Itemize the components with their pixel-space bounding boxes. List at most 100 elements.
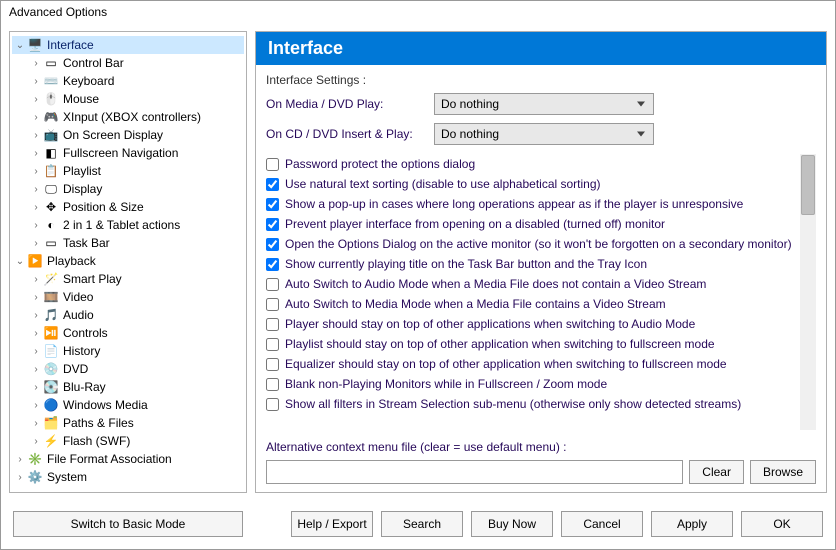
checkbox[interactable] [266, 318, 279, 331]
chevron-right-icon[interactable]: › [30, 238, 42, 249]
chevron-right-icon[interactable]: › [30, 274, 42, 285]
chevron-right-icon[interactable]: › [30, 112, 42, 123]
checkbox[interactable] [266, 238, 279, 251]
chevron-right-icon[interactable]: › [30, 220, 42, 231]
chevron-down-icon[interactable]: ⌄ [14, 40, 26, 51]
chevron-right-icon[interactable]: › [30, 364, 42, 375]
tree-item-dvd[interactable]: ›💿DVD [12, 360, 244, 378]
tree-item-2-in-1-tablet-actions[interactable]: ›◐2 in 1 & Tablet actions [12, 216, 244, 234]
checkbox[interactable] [266, 198, 279, 211]
tree-item-blu-ray[interactable]: ›💽Blu-Ray [12, 378, 244, 396]
ok-button[interactable]: OK [741, 511, 823, 537]
chevron-down-icon[interactable]: ⌄ [14, 256, 26, 267]
tree-item-paths-files[interactable]: ›🗂️Paths & Files [12, 414, 244, 432]
tree-item-task-bar[interactable]: ›▭Task Bar [12, 234, 244, 252]
tree-item-keyboard[interactable]: ›⌨️Keyboard [12, 72, 244, 90]
switch-mode-button[interactable]: Switch to Basic Mode [13, 511, 243, 537]
checkbox[interactable] [266, 158, 279, 171]
chevron-right-icon[interactable]: › [30, 418, 42, 429]
category-tree[interactable]: ⌄🖥️Interface›▭Control Bar›⌨️Keyboard›🖱️M… [9, 31, 247, 493]
chevron-right-icon[interactable]: › [30, 76, 42, 87]
browse-button[interactable]: Browse [750, 460, 816, 484]
checkbox[interactable] [266, 218, 279, 231]
checkbox-label: Open the Options Dialog on the active mo… [285, 237, 792, 251]
tree-item-icon: ▭ [42, 235, 60, 251]
checkbox[interactable] [266, 278, 279, 291]
chevron-right-icon[interactable]: › [30, 166, 42, 177]
check-row[interactable]: Password protect the options dialog [266, 154, 816, 174]
chevron-right-icon[interactable]: › [30, 130, 42, 141]
combo-on-cd-dvd-insert-play-[interactable]: Do nothing [434, 123, 654, 145]
chevron-right-icon[interactable]: › [14, 454, 26, 465]
tree-item-system[interactable]: ›⚙️System [12, 468, 244, 486]
form-row: On Media / DVD Play:Do nothing [266, 93, 816, 115]
tree-item-icon: 🪄 [42, 271, 60, 287]
apply-button[interactable]: Apply [651, 511, 733, 537]
tree-item-history[interactable]: ›📄History [12, 342, 244, 360]
scrollbar-track[interactable] [800, 216, 816, 430]
chevron-right-icon[interactable]: › [30, 328, 42, 339]
checkbox[interactable] [266, 378, 279, 391]
tree-item-smart-play[interactable]: ›🪄Smart Play [12, 270, 244, 288]
tree-item-on-screen-display[interactable]: ›📺On Screen Display [12, 126, 244, 144]
check-row[interactable]: Open the Options Dialog on the active mo… [266, 234, 816, 254]
chevron-right-icon[interactable]: › [30, 310, 42, 321]
chevron-right-icon[interactable]: › [30, 184, 42, 195]
alt-menu-input[interactable] [266, 460, 683, 484]
check-row[interactable]: Show a pop-up in cases where long operat… [266, 194, 816, 214]
tree-item-position-size[interactable]: ›✥Position & Size [12, 198, 244, 216]
checkbox[interactable] [266, 178, 279, 191]
combo-on-media-dvd-play-[interactable]: Do nothing [434, 93, 654, 115]
chevron-right-icon[interactable]: › [30, 94, 42, 105]
check-row[interactable]: Playlist should stay on top of other app… [266, 334, 816, 354]
scrollbar[interactable] [800, 154, 816, 430]
tree-item-playback[interactable]: ⌄▶️Playback [12, 252, 244, 270]
chevron-right-icon[interactable]: › [30, 400, 42, 411]
tree-item-file-format-association[interactable]: ›✳️File Format Association [12, 450, 244, 468]
tree-item-flash-swf-[interactable]: ›⚡Flash (SWF) [12, 432, 244, 450]
tree-item-label: Controls [63, 326, 108, 340]
chevron-right-icon[interactable]: › [30, 148, 42, 159]
checkbox[interactable] [266, 358, 279, 371]
tree-item-interface[interactable]: ⌄🖥️Interface [12, 36, 244, 54]
help-export-button[interactable]: Help / Export [291, 511, 373, 537]
chevron-right-icon[interactable]: › [30, 436, 42, 447]
tree-item-fullscreen-navigation[interactable]: ›◧Fullscreen Navigation [12, 144, 244, 162]
checkbox-label: Prevent player interface from opening on… [285, 217, 665, 231]
tree-item-control-bar[interactable]: ›▭Control Bar [12, 54, 244, 72]
tree-item-controls[interactable]: ›⏯️Controls [12, 324, 244, 342]
chevron-right-icon[interactable]: › [14, 472, 26, 483]
check-row[interactable]: Equalizer should stay on top of other ap… [266, 354, 816, 374]
check-row[interactable]: Show all filters in Stream Selection sub… [266, 394, 816, 414]
checkbox[interactable] [266, 338, 279, 351]
scrollbar-thumb[interactable] [801, 155, 815, 215]
tree-item-xinput-xbox-controllers-[interactable]: ›🎮XInput (XBOX controllers) [12, 108, 244, 126]
check-row[interactable]: Auto Switch to Audio Mode when a Media F… [266, 274, 816, 294]
tree-item-video[interactable]: ›🎞️Video [12, 288, 244, 306]
checkbox[interactable] [266, 398, 279, 411]
check-row[interactable]: Show currently playing title on the Task… [266, 254, 816, 274]
check-row[interactable]: Auto Switch to Media Mode when a Media F… [266, 294, 816, 314]
check-row[interactable]: Use natural text sorting (disable to use… [266, 174, 816, 194]
cancel-button[interactable]: Cancel [561, 511, 643, 537]
chevron-right-icon[interactable]: › [30, 382, 42, 393]
checkbox[interactable] [266, 258, 279, 271]
check-row[interactable]: Blank non-Playing Monitors while in Full… [266, 374, 816, 394]
tree-item-mouse[interactable]: ›🖱️Mouse [12, 90, 244, 108]
check-row[interactable]: Player should stay on top of other appli… [266, 314, 816, 334]
checkbox[interactable] [266, 298, 279, 311]
chevron-right-icon[interactable]: › [30, 202, 42, 213]
chevron-right-icon[interactable]: › [30, 58, 42, 69]
tree-item-playlist[interactable]: ›📋Playlist [12, 162, 244, 180]
tree-item-label: Fullscreen Navigation [63, 146, 178, 160]
tree-item-windows-media[interactable]: ›🔵Windows Media [12, 396, 244, 414]
tree-item-label: History [63, 344, 100, 358]
buy-now-button[interactable]: Buy Now [471, 511, 553, 537]
chevron-right-icon[interactable]: › [30, 346, 42, 357]
chevron-right-icon[interactable]: › [30, 292, 42, 303]
tree-item-display[interactable]: ›🖵Display [12, 180, 244, 198]
tree-item-audio[interactable]: ›🎵Audio [12, 306, 244, 324]
search-button[interactable]: Search [381, 511, 463, 537]
clear-button[interactable]: Clear [689, 460, 744, 484]
check-row[interactable]: Prevent player interface from opening on… [266, 214, 816, 234]
